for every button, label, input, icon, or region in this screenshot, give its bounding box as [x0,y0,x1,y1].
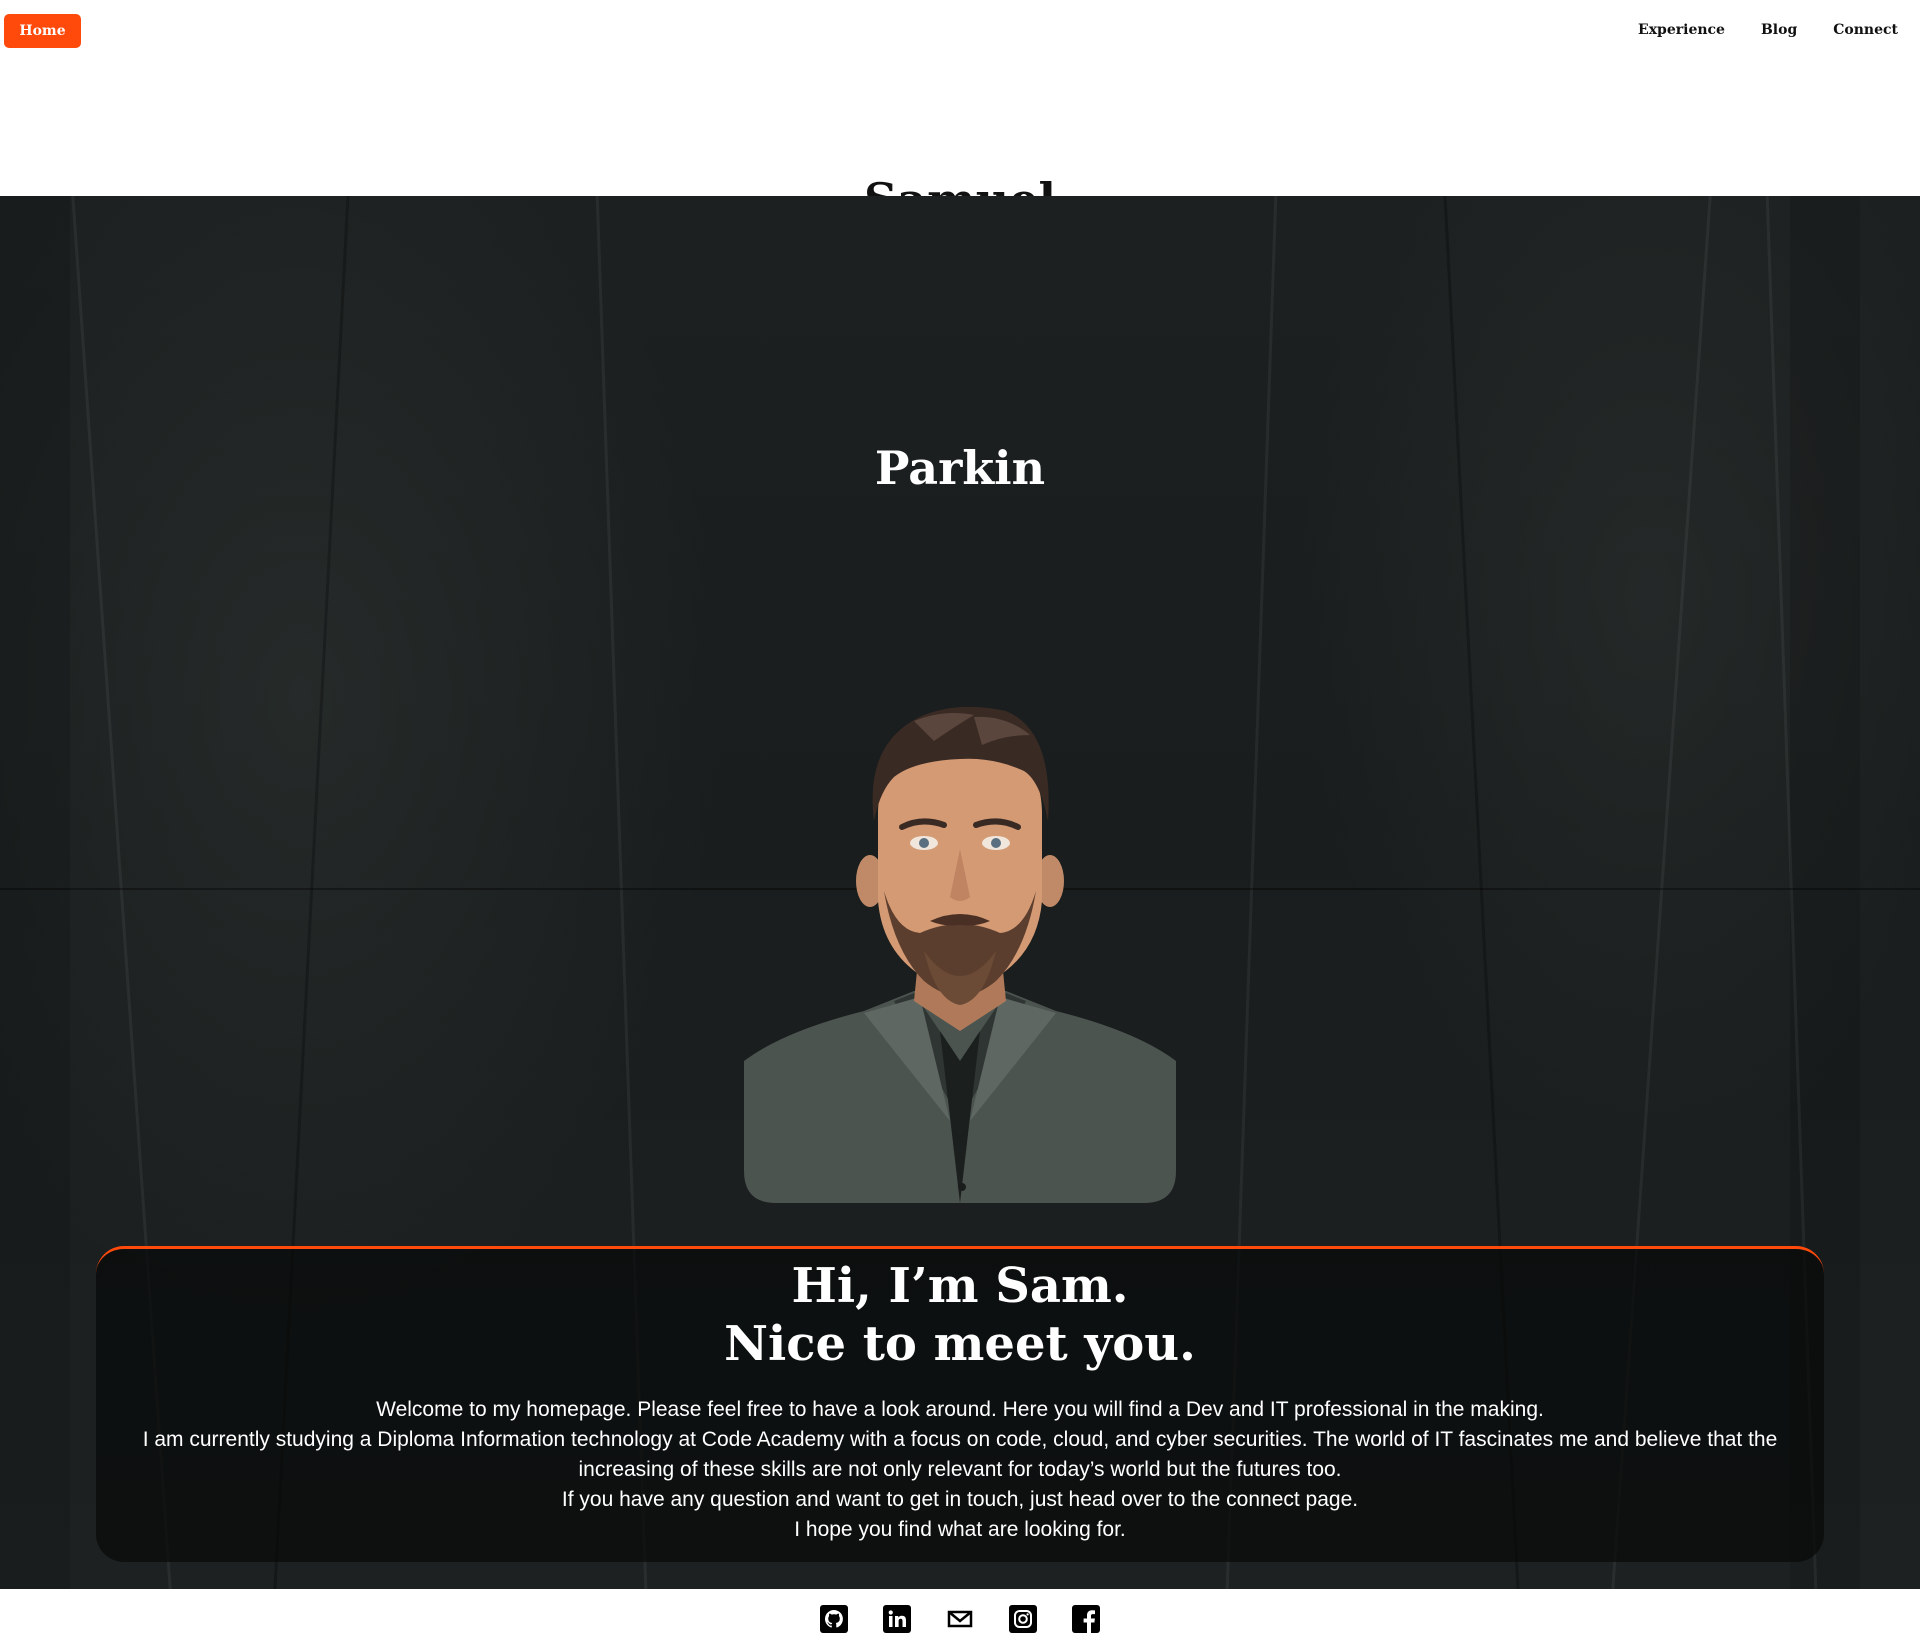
intro-paragraph: Welcome to my homepage. Please feel free… [376,1398,1544,1421]
nav-link-blog[interactable]: Blog [1761,22,1797,38]
intro-paragraph: If you have any question and want to get… [561,1488,1359,1511]
intro-heading-line2: Nice to meet you. [724,1316,1196,1372]
github-icon[interactable] [820,1605,848,1633]
home-button[interactable]: Home [4,14,81,48]
footer [0,1589,1920,1652]
intro-card: Hi, I’m Sam. Nice to meet you. Welcome t… [96,1246,1824,1562]
social-links [0,1605,1920,1633]
intro-heading-line1: Hi, I’m Sam. [791,1258,1129,1314]
hero-section: Parkin Hi, I’m Sam. Nice to meet you. We… [0,196,1920,1589]
top-nav: Home Experience Blog Connect [0,0,1920,62]
intro-text: Welcome to my homepage. Please feel free… [96,1395,1824,1545]
last-name-heading: Parkin [874,441,1046,495]
nav-link-connect[interactable]: Connect [1833,22,1898,38]
intro-paragraph: I am currently studying a Diploma Inform… [142,1428,1778,1481]
mail-icon[interactable] [946,1605,974,1633]
profile-portrait [744,701,1176,1203]
facebook-icon[interactable] [1072,1605,1100,1633]
first-name-heading: Samuel [0,178,1920,196]
intro-heading: Hi, I’m Sam. Nice to meet you. [96,1257,1824,1373]
background-texture [0,196,70,1589]
nav-links: Experience Blog Connect [1638,22,1898,38]
linkedin-icon[interactable] [883,1605,911,1633]
instagram-icon[interactable] [1009,1605,1037,1633]
intro-paragraph: I hope you find what are looking for. [794,1518,1126,1541]
nav-link-experience[interactable]: Experience [1638,22,1725,38]
